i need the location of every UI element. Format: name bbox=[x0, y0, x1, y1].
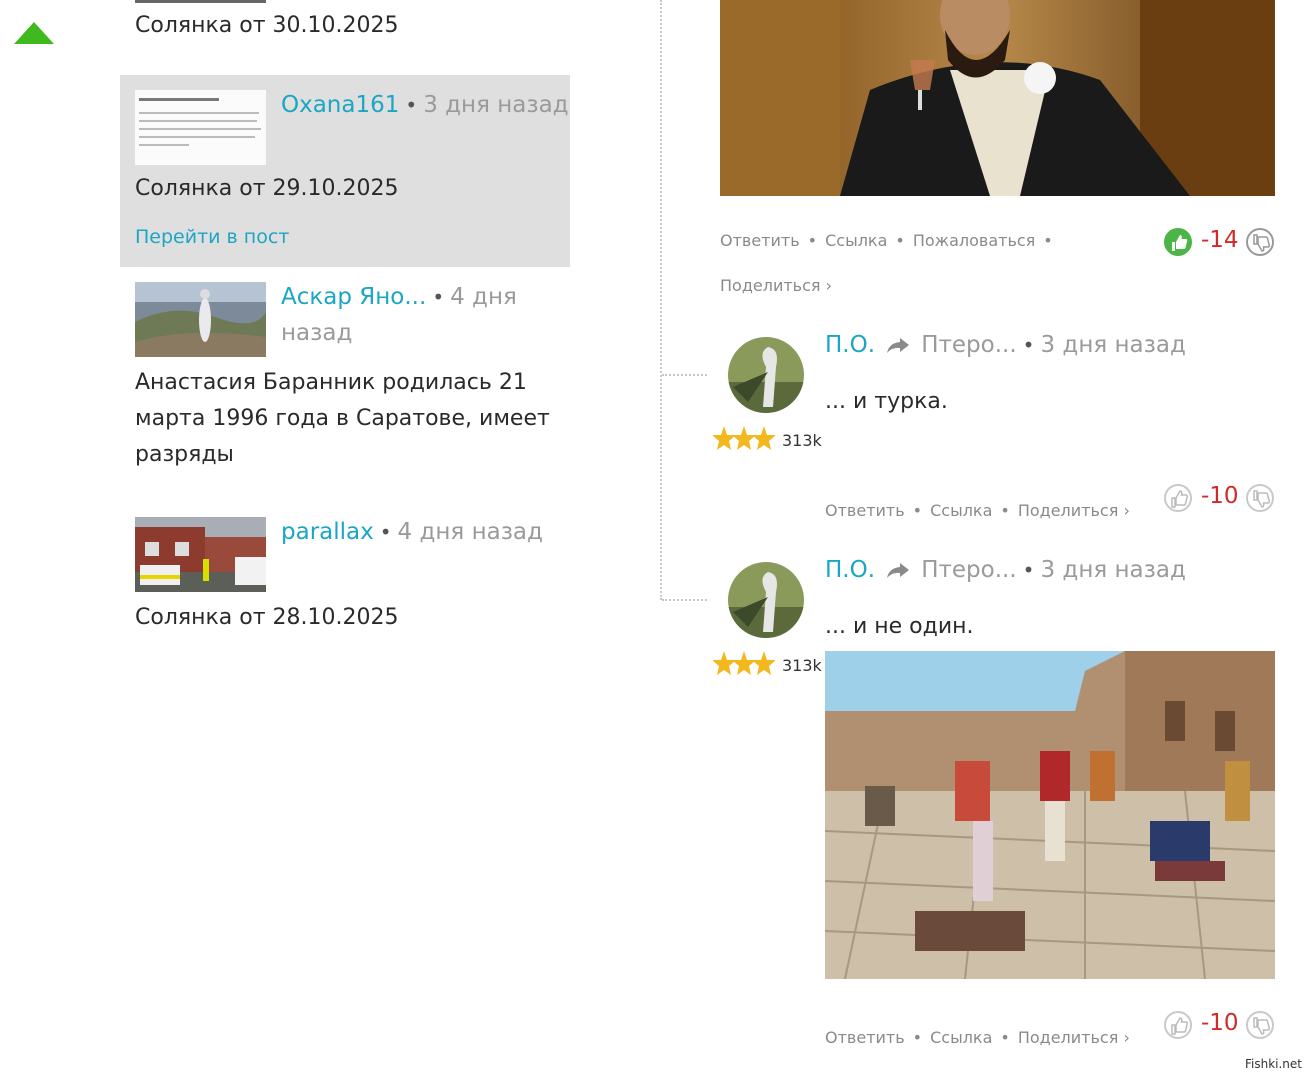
separator-dot: • bbox=[1000, 1028, 1010, 1047]
share-link[interactable]: Поделиться › bbox=[1018, 501, 1130, 520]
rating-stars-icon bbox=[712, 649, 776, 681]
thumbs-down-icon[interactable] bbox=[1246, 484, 1274, 512]
comment-image[interactable] bbox=[720, 0, 1275, 196]
comment-image[interactable] bbox=[825, 651, 1275, 979]
reply-to-link[interactable]: Птеро... bbox=[921, 557, 1016, 583]
share-link[interactable]: Поделиться › bbox=[720, 276, 832, 295]
permalink-link[interactable]: Ссылка bbox=[825, 231, 887, 250]
separator-dot: • bbox=[807, 231, 818, 250]
thread-branch bbox=[662, 374, 707, 376]
feed-item-title[interactable]: Солянка от 30.10.2025 bbox=[135, 8, 399, 44]
post-time-cont: назад bbox=[281, 320, 353, 346]
post-author-link[interactable]: Oxana161 bbox=[281, 92, 399, 118]
user-karma: 313k bbox=[782, 431, 822, 450]
separator-dot: • bbox=[432, 285, 445, 309]
reply-link[interactable]: Ответить bbox=[720, 231, 800, 250]
thumbs-down-icon[interactable] bbox=[1246, 228, 1274, 256]
title-line: разряды bbox=[135, 442, 234, 467]
separator-dot: • bbox=[405, 93, 418, 117]
post-author-link[interactable]: parallax bbox=[281, 519, 374, 545]
comment-score: -10 bbox=[1201, 1010, 1239, 1036]
scroll-to-top-icon[interactable] bbox=[14, 22, 54, 44]
thumbs-down-icon[interactable] bbox=[1246, 1011, 1274, 1039]
share-link[interactable]: Поделиться › bbox=[1018, 1028, 1130, 1047]
comment-text: ... и не один. bbox=[825, 614, 974, 639]
user-avatar[interactable] bbox=[728, 562, 804, 638]
user-karma: 313k bbox=[782, 656, 822, 675]
post-time: 4 дня bbox=[450, 284, 517, 310]
thread-branch bbox=[662, 599, 707, 601]
post-author-link[interactable]: Аскар Яно... bbox=[281, 284, 426, 310]
separator-dot: • bbox=[912, 1028, 923, 1047]
rating-stars-icon bbox=[712, 424, 776, 456]
thumbs-up-icon[interactable] bbox=[1164, 484, 1192, 512]
permalink-link[interactable]: Ссылка bbox=[930, 501, 992, 520]
separator-dot: • bbox=[379, 520, 392, 544]
post-time: 4 дня назад bbox=[397, 519, 543, 545]
title-line: марта 1996 года в Саратове, имеет bbox=[135, 406, 550, 431]
comment-author-link[interactable]: П.О. bbox=[825, 557, 875, 583]
thumbs-up-icon[interactable] bbox=[1164, 228, 1192, 256]
separator-dot: • bbox=[1022, 558, 1035, 582]
comment-time: 3 дня назад bbox=[1040, 332, 1186, 358]
reply-link[interactable]: Ответить bbox=[825, 501, 905, 520]
report-link[interactable]: Пожаловаться bbox=[913, 231, 1035, 250]
reply-arrow-icon bbox=[886, 562, 910, 584]
comment-score: -10 bbox=[1201, 483, 1239, 509]
thumbnail-edge bbox=[135, 0, 266, 3]
comment-actions: Ответить • Ссылка • Поделиться › bbox=[825, 501, 1130, 520]
comment-actions: Ответить • Ссылка • Поделиться › bbox=[825, 1028, 1130, 1047]
comment-score: -14 bbox=[1201, 227, 1239, 253]
permalink-link[interactable]: Ссылка bbox=[930, 1028, 992, 1047]
feed-item-title[interactable]: Солянка от 29.10.2025 bbox=[135, 171, 399, 207]
post-thumbnail[interactable] bbox=[135, 282, 266, 357]
post-time: 3 дня назад bbox=[423, 92, 569, 118]
go-to-post-link[interactable]: Перейти в пост bbox=[135, 226, 289, 248]
separator-dot: • bbox=[1043, 231, 1053, 250]
site-watermark: Fishki.net bbox=[1244, 1057, 1302, 1071]
comment-actions: Ответить • Ссылка • Пожаловаться • bbox=[720, 231, 1061, 250]
separator-dot: • bbox=[912, 501, 923, 520]
comment-author-link[interactable]: П.О. bbox=[825, 332, 875, 358]
reply-link[interactable]: Ответить bbox=[825, 1028, 905, 1047]
thread-line bbox=[660, 0, 662, 600]
feed-item-title[interactable]: Анастасия Баранник родилась 21 марта 199… bbox=[135, 365, 565, 473]
post-thumbnail[interactable] bbox=[135, 517, 266, 592]
title-line: Анастасия Баранник родилась 21 bbox=[135, 370, 527, 395]
reply-to-link[interactable]: Птеро... bbox=[921, 332, 1016, 358]
user-avatar[interactable] bbox=[728, 337, 804, 413]
thumbs-up-icon[interactable] bbox=[1164, 1011, 1192, 1039]
reply-arrow-icon bbox=[886, 337, 910, 359]
separator-dot: • bbox=[895, 231, 905, 250]
separator-dot: • bbox=[1022, 333, 1035, 357]
separator-dot: • bbox=[1000, 501, 1010, 520]
comment-text: ... и турка. bbox=[825, 389, 948, 414]
feed-item-active[interactable]: Oxana161 • 3 дня назад Солянка от 29.10.20… bbox=[120, 75, 570, 267]
feed-item-title[interactable]: Солянка от 28.10.2025 bbox=[135, 600, 399, 636]
comment-time: 3 дня назад bbox=[1040, 557, 1186, 583]
post-thumbnail[interactable] bbox=[135, 90, 266, 165]
